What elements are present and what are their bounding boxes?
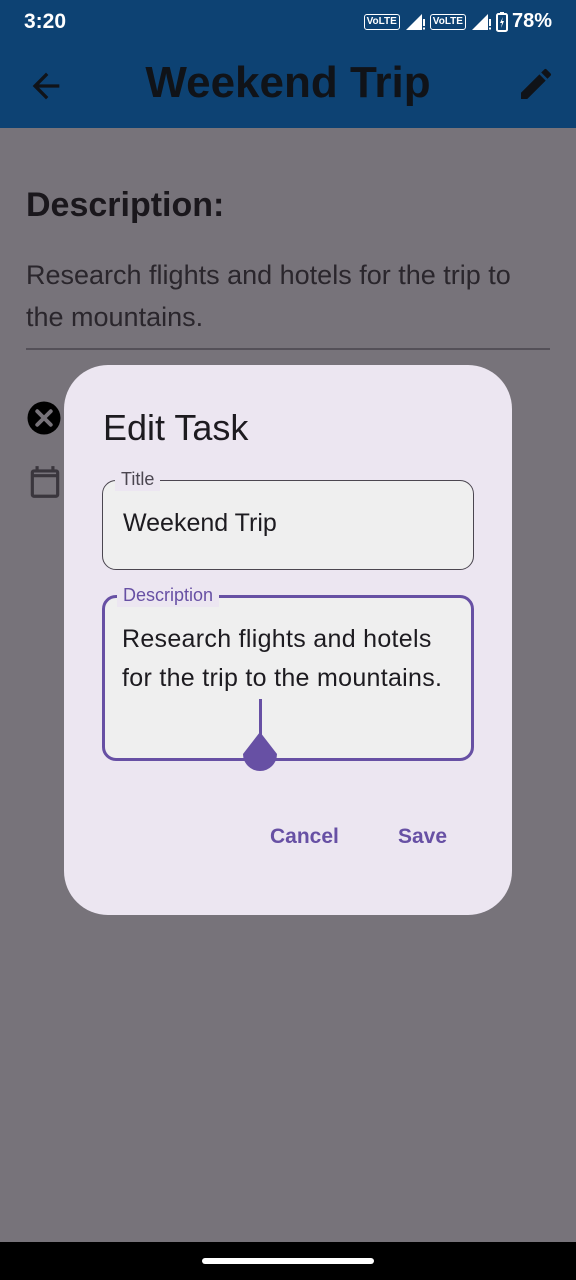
volte-badge: VoLTE	[363, 13, 400, 30]
battery-percent: 78%	[511, 10, 552, 32]
signal-icon	[471, 13, 491, 30]
description-field-label: Description	[117, 583, 220, 607]
page-title: Weekend Trip	[145, 58, 431, 107]
navigation-bar	[0, 1242, 576, 1280]
description-text: Research flights and hotels for the trip…	[26, 260, 511, 332]
status-bar: 3:20 VoLTE VoLTE 78%	[0, 0, 576, 44]
pencil-icon[interactable]	[516, 64, 556, 104]
divider	[26, 348, 550, 350]
app-bar: Weekend Trip	[0, 44, 576, 128]
volte-badge: VoLTE	[429, 13, 466, 30]
status-indicators: VoLTE VoLTE 78%	[363, 10, 552, 33]
title-field-label: Title	[115, 467, 161, 491]
description-field-value[interactable]: Research flights and hotels for the trip…	[122, 620, 452, 698]
title-field-value[interactable]: Weekend Trip	[123, 509, 277, 538]
cursor-handle-icon[interactable]	[241, 730, 279, 774]
description-field[interactable]: Description Research flights and hotels …	[102, 583, 474, 771]
edit-task-dialog: Edit Task Title Weekend Trip Description…	[64, 365, 512, 915]
title-field[interactable]: Title Weekend Trip	[102, 467, 474, 570]
save-button[interactable]: Save	[398, 825, 447, 849]
calendar-icon	[30, 466, 60, 498]
description-heading: Description:	[26, 186, 225, 224]
cancel-button[interactable]: Cancel	[270, 825, 339, 849]
dialog-title: Edit Task	[103, 407, 249, 448]
home-indicator[interactable]	[202, 1258, 374, 1264]
cancel-circle-icon	[27, 401, 61, 435]
battery-icon	[495, 11, 508, 32]
signal-icon	[405, 13, 425, 30]
status-time: 3:20	[24, 10, 67, 33]
